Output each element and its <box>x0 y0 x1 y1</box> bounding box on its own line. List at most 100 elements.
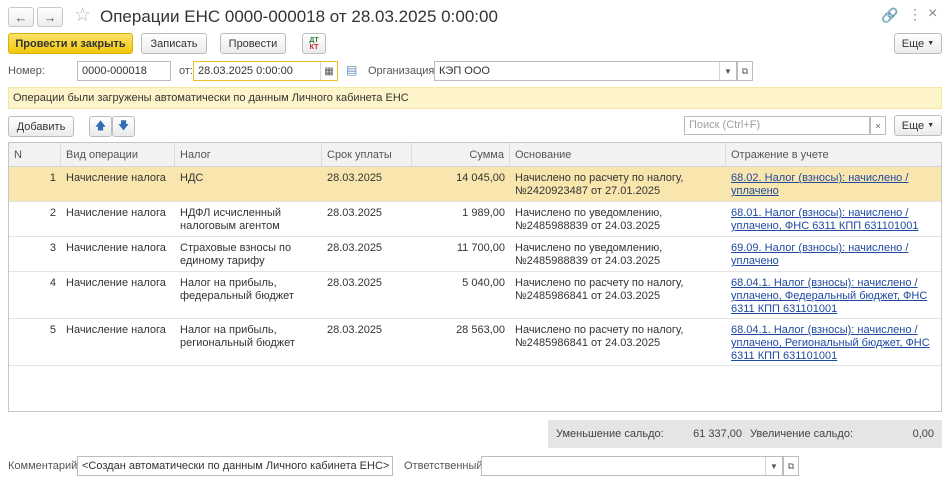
accounting-link[interactable]: 68.04.1. Налог (взносы): начислено / упла… <box>726 272 941 321</box>
tax-name: НДС <box>180 172 204 184</box>
due-date: 28.03.2025 <box>327 324 383 336</box>
more-vertical-icon[interactable]: ⋮ <box>908 6 922 23</box>
table-more-label: Еще <box>901 119 925 132</box>
basis-text: Начислено по уведомлению, №2485988839 от … <box>515 207 663 232</box>
tax-name: Налог на прибыль, региональный бюджет <box>180 324 295 349</box>
increase-value: 0,00 <box>912 428 934 440</box>
column-header-operation[interactable]: Вид операции <box>61 143 175 167</box>
sum-value: 5 040,00 <box>462 277 505 289</box>
table-header: N Вид операции Налог Срок уплаты Сумма О… <box>9 143 941 167</box>
table-row[interactable]: 4 Начисление налога Налог на прибыль, фед… <box>9 272 941 319</box>
arrow-up-icon: 🡅 <box>94 120 107 132</box>
operation-type: Начисление налога <box>66 324 166 336</box>
organization-value: КЭП ООО <box>439 65 490 77</box>
arrow-right-icon: → <box>43 9 57 25</box>
number-field[interactable]: 0000-000018 <box>77 61 171 81</box>
sum-value: 1 989,00 <box>462 207 505 219</box>
dt-kt-button[interactable]: ДТ КТ <box>302 33 326 54</box>
decrease-label: Уменьшение сальдо: <box>556 428 664 440</box>
column-header-due-date[interactable]: Срок уплаты <box>322 143 412 167</box>
save-button[interactable]: Записать <box>141 33 207 54</box>
due-date: 28.03.2025 <box>327 277 383 289</box>
more-label: Еще <box>901 37 925 50</box>
post-button[interactable]: Провести <box>220 33 286 54</box>
due-date: 28.03.2025 <box>327 242 383 254</box>
dt-kt-icon: ДТ КТ <box>309 36 319 51</box>
table-row[interactable]: 5 Начисление налога Налог на прибыль, рег… <box>9 319 941 366</box>
open-organization-icon[interactable]: ⧉ <box>737 61 753 81</box>
tax-name: НДФЛ исчисленный налоговым агентом <box>180 207 282 232</box>
tax-name: Налог на прибыль, федеральный бюджет <box>180 277 294 302</box>
link-icon[interactable]: 🔗 <box>881 7 898 24</box>
basis-text: Начислено по расчету по налогу, №24209234… <box>515 172 684 197</box>
accounting-link[interactable]: 68.01. Налог (взносы): начислено / уплаче… <box>726 202 941 238</box>
basis-text: Начислено по уведомлению, №2485988839 от … <box>515 242 663 267</box>
tax-name: Страховые взносы по единому тарифу <box>180 242 292 267</box>
table-row[interactable]: 3 Начисление налога Страховые взносы по е… <box>9 237 941 272</box>
table-row[interactable]: 2 Начисление налога НДФЛ исчисленный нало… <box>9 202 941 237</box>
sum-value: 11 700,00 <box>456 242 505 254</box>
operation-type: Начисление налога <box>66 242 166 254</box>
favorite-star-icon[interactable]: ☆ <box>74 4 91 27</box>
responsible-label: Ответственный: <box>404 460 486 472</box>
row-number: 1 <box>49 172 56 184</box>
row-number: 2 <box>49 207 56 219</box>
number-label: Номер: <box>8 65 45 77</box>
move-down-button[interactable]: 🡇 <box>112 116 135 137</box>
forward-button[interactable]: → <box>37 7 63 27</box>
comment-field[interactable]: <Создан автоматически по данным Личного … <box>77 456 393 476</box>
organization-label: Организация: <box>368 65 438 77</box>
close-icon[interactable]: × <box>928 5 937 23</box>
column-header-sum[interactable]: Сумма <box>412 143 510 167</box>
add-button[interactable]: Добавить <box>8 116 74 137</box>
clear-search-icon[interactable]: × <box>870 116 886 135</box>
basis-text: Начислено по расчету по налогу, №24859868… <box>515 324 684 349</box>
date-label: от: <box>179 65 193 77</box>
table-list-icon[interactable]: ▤ <box>346 63 357 77</box>
column-header-tax[interactable]: Налог <box>175 143 322 167</box>
comment-label: Комментарий: <box>8 460 81 472</box>
totals-bar: Уменьшение сальдо: 61 337,00 Увеличение … <box>548 420 942 448</box>
date-field[interactable]: 28.03.2025 0:00:00 ▦ <box>193 61 338 81</box>
table-more-button[interactable]: Еще ▼ <box>894 115 942 136</box>
accounting-link[interactable]: 68.04.1. Налог (взносы): начислено / упла… <box>726 319 941 368</box>
column-header-n[interactable]: N <box>9 143 61 167</box>
operation-type: Начисление налога <box>66 172 166 184</box>
responsible-field[interactable]: ▼ <box>481 456 783 476</box>
accounting-link[interactable]: 69.09. Налог (взносы): начислено / уплаче… <box>726 237 941 273</box>
info-message: Операции были загружены автоматически по… <box>8 87 942 109</box>
due-date: 28.03.2025 <box>327 172 383 184</box>
decrease-value: 61 337,00 <box>693 428 742 440</box>
due-date: 28.03.2025 <box>327 207 383 219</box>
date-value: 28.03.2025 0:00:00 <box>198 65 293 77</box>
arrow-left-icon: ← <box>14 9 28 25</box>
page-title: Операции ЕНС 0000-000018 от 28.03.2025 0… <box>100 7 498 26</box>
more-button[interactable]: Еще ▼ <box>894 33 942 54</box>
calendar-icon[interactable]: ▦ <box>320 62 337 80</box>
sum-value: 28 563,00 <box>456 324 505 336</box>
back-button[interactable]: ← <box>8 7 34 27</box>
row-number: 3 <box>49 242 56 254</box>
search-placeholder: Поиск (Ctrl+F) <box>689 119 761 131</box>
dropdown-arrow-icon[interactable]: ▼ <box>719 62 736 80</box>
accounting-link[interactable]: 68.02. Налог (взносы): начислено / уплаче… <box>726 167 941 203</box>
row-number: 5 <box>49 324 56 336</box>
open-responsible-icon[interactable]: ⧉ <box>783 456 799 476</box>
table-row[interactable]: 1 Начисление налога НДС 28.03.2025 14 04… <box>9 167 941 202</box>
chevron-down-icon: ▼ <box>927 40 935 47</box>
row-number: 4 <box>49 277 56 289</box>
operations-table: N Вид операции Налог Срок уплаты Сумма О… <box>8 142 942 412</box>
post-and-close-button[interactable]: Провести и закрыть <box>8 33 133 54</box>
sum-value: 14 045,00 <box>456 172 505 184</box>
chevron-down-icon: ▼ <box>927 122 935 129</box>
basis-text: Начислено по расчету по налогу, №24859868… <box>515 277 684 302</box>
column-header-accounting[interactable]: Отражение в учете <box>726 143 941 167</box>
move-up-button[interactable]: 🡅 <box>89 116 112 137</box>
organization-field[interactable]: КЭП ООО ▼ <box>434 61 737 81</box>
dropdown-arrow-icon[interactable]: ▼ <box>765 457 782 475</box>
column-header-basis[interactable]: Основание <box>510 143 726 167</box>
arrow-down-icon: 🡇 <box>117 120 130 132</box>
search-input[interactable]: Поиск (Ctrl+F) <box>684 116 870 135</box>
increase-label: Увеличение сальдо: <box>750 428 854 440</box>
operation-type: Начисление налога <box>66 277 166 289</box>
